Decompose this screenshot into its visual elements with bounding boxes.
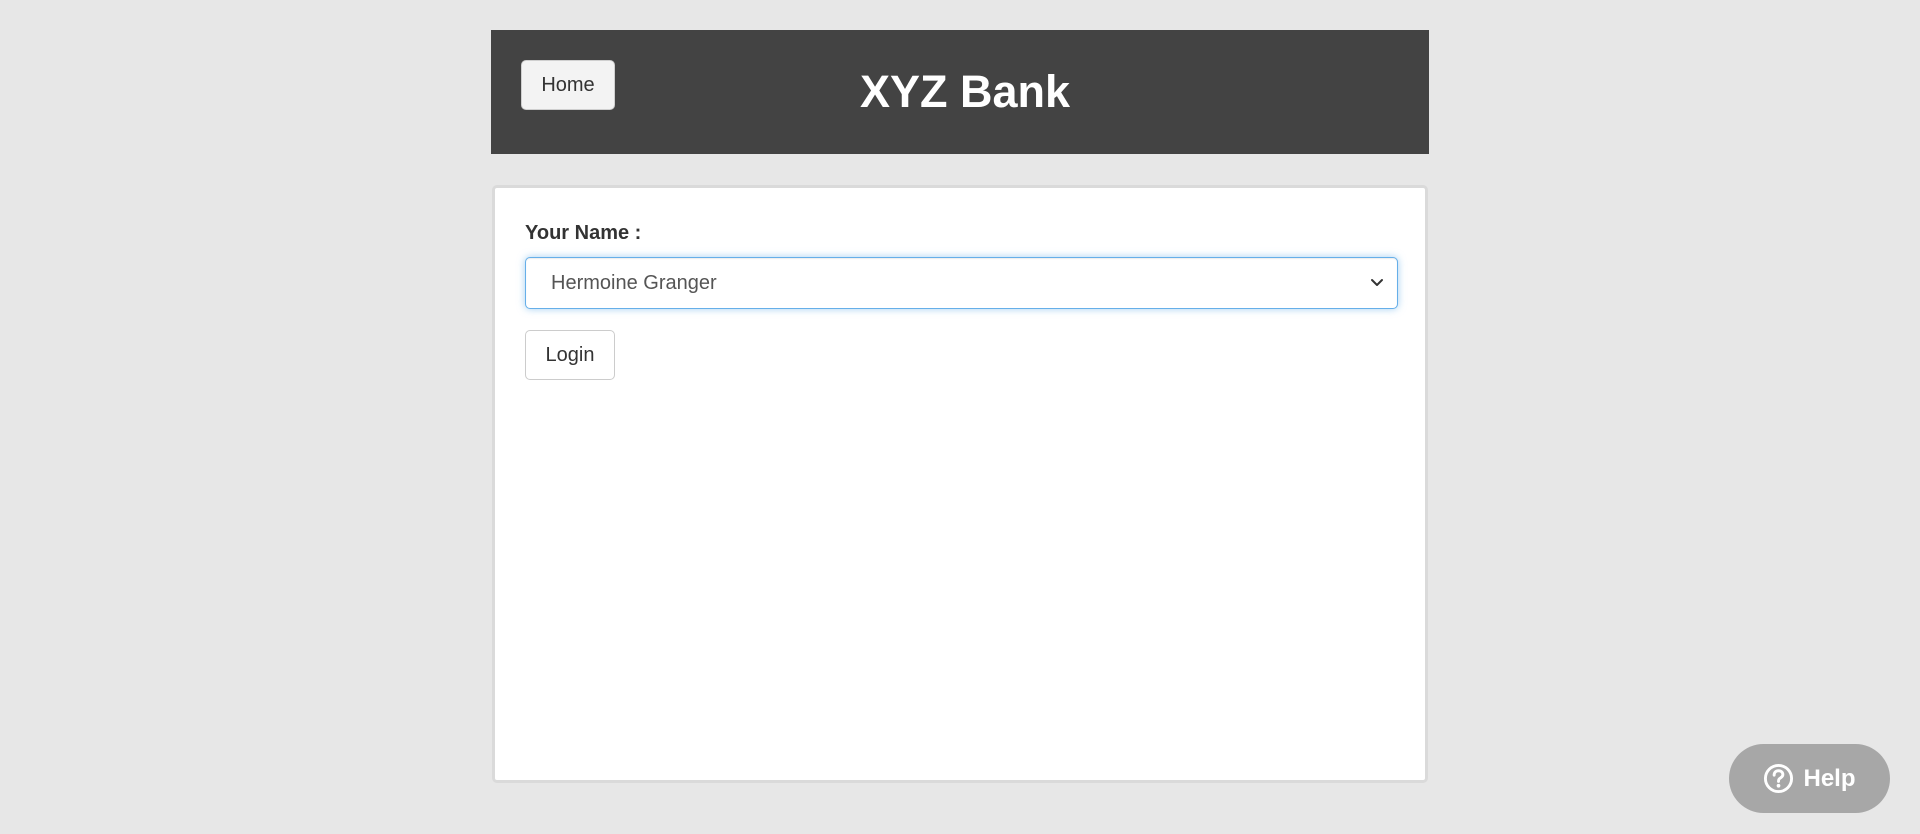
selected-customer-value: Hermoine Granger — [551, 272, 717, 294]
help-button[interactable]: Help — [1729, 744, 1890, 813]
bank-title: XYZ Bank — [859, 66, 1071, 117]
home-button[interactable]: Home — [521, 60, 615, 110]
question-circle-icon — [1764, 763, 1794, 794]
home-button-label: Home — [541, 73, 595, 96]
login-button-label: Login — [545, 343, 595, 366]
login-panel: Your Name : Hermoine Granger Login — [492, 185, 1428, 783]
your-name-label: Your Name : — [525, 222, 642, 244]
bank-header: Home XYZ Bank — [491, 30, 1429, 154]
chevron-down-icon — [1371, 279, 1383, 286]
customer-select[interactable]: Hermoine Granger — [525, 257, 1398, 309]
help-label: Help — [1803, 764, 1856, 792]
login-button[interactable]: Login — [525, 330, 615, 380]
